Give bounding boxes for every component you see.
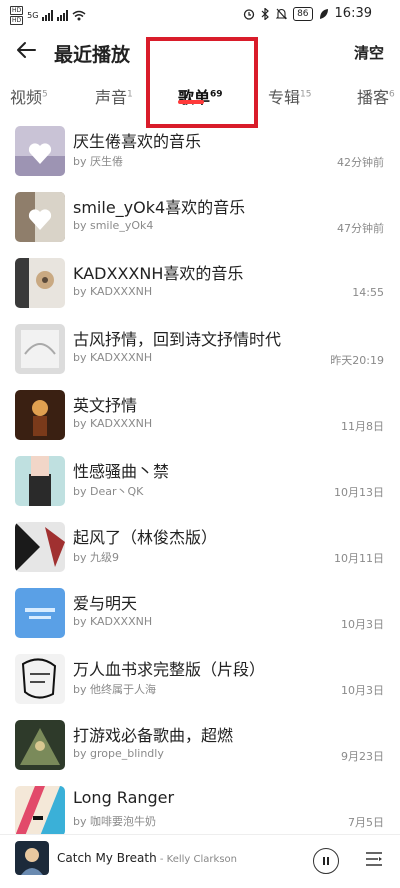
pause-button[interactable] [313,848,339,874]
tab-video[interactable]: 视频5 [10,84,48,108]
played-time: 7月5日 [348,816,384,829]
playlist-title: 性感骚曲丶禁 [73,462,170,481]
list-item[interactable]: KADXXXNH喜欢的音乐 by KADXXXNH 14:55 [0,252,400,318]
list-item[interactable]: 万人血书求完整版（片段） by 他终属于人海 10月3日 [0,648,400,714]
played-time: 10月11日 [334,552,384,565]
played-time: 10月3日 [341,684,384,697]
clear-button[interactable]: 清空 [354,42,384,63]
playlist-title: KADXXXNH喜欢的音乐 [73,264,244,283]
tab-audio[interactable]: 声音1 [95,84,133,108]
played-time: 47分钟前 [337,222,384,235]
signal-icon-2 [57,10,69,21]
playlist-cover [15,654,65,704]
list-item[interactable]: smile_yOk4喜欢的音乐 by smile_yOk4 47分钟前 [0,186,400,252]
now-playing-song: Catch My Breath [57,851,157,865]
playlist-cover [15,720,65,770]
playlist-author: by 他终属于人海 [73,683,156,696]
clock: 16:39 [334,6,372,21]
playlist-title: 爱与明天 [73,594,138,613]
playlist-cover [15,126,65,176]
playlist-cover [15,588,65,638]
wifi-icon [72,10,86,21]
list-item[interactable]: 性感骚曲丶禁 by Dear丶QK 10月13日 [0,450,400,516]
playlist-cover [15,324,65,374]
playlist-author: by KADXXXNH [73,285,153,298]
playlist-author: by Dear丶QK [73,485,144,498]
page-title: 最近播放 [54,44,131,66]
playlist-title: 万人血书求完整版（片段） [73,660,266,679]
tab-albums[interactable]: 专辑15 [268,84,311,108]
played-time: 10月3日 [341,618,384,631]
now-playing-artist: Kelly Clarkson [166,854,237,865]
playlist-title: 英文抒情 [73,396,138,415]
playlist-author: by KADXXXNH [73,351,153,364]
sim-indicator: HD HD [10,6,24,25]
bluetooth-icon [261,7,269,20]
playlist-title: 古风抒情，回到诗文抒情时代 [73,330,282,349]
played-time: 42分钟前 [337,156,384,169]
mini-player[interactable]: Catch My Breath - Kelly Clarkson [0,834,400,888]
now-playing-cover [15,841,49,875]
played-time: 10月13日 [334,486,384,499]
battery-icon: 86 [293,6,313,21]
network-type: 5G [27,11,39,20]
signal-icon [42,10,54,21]
played-time: 昨天20:19 [330,354,384,367]
playlist-cover [15,390,65,440]
playlist-cover [15,522,65,572]
playlist-title: smile_yOk4喜欢的音乐 [73,198,246,217]
playlist-cover [15,192,65,242]
playlist-author: by smile_yOk4 [73,219,154,232]
alarm-icon [243,8,255,20]
played-time: 11月8日 [341,420,384,433]
playlist-author: by KADXXXNH [73,615,153,628]
playlist-title: 打游戏必备歌曲，超燃 [73,726,234,745]
now-playing-text: Catch My Breath - Kelly Clarkson [57,851,237,865]
list-item[interactable]: 打游戏必备歌曲，超燃 by grope_blindly 9月23日 [0,714,400,780]
playlist-title: 厌生倦喜欢的音乐 [73,132,202,151]
playlist-cover [15,456,65,506]
list-item[interactable]: 古风抒情，回到诗文抒情时代 by KADXXXNH 昨天20:19 [0,318,400,384]
playlist-author: by KADXXXNH [73,417,153,430]
playlist-title: 起风了（林俊杰版） [73,528,218,547]
playlist-cover [15,786,65,836]
mute-icon [276,8,288,19]
list-item[interactable]: 起风了（林俊杰版） by 九级9 10月11日 [0,516,400,582]
list-item[interactable]: 爱与明天 by KADXXXNH 10月3日 [0,582,400,648]
playlist-cover [15,258,65,308]
playlist-author: by grope_blindly [73,747,164,760]
playlist-queue-icon[interactable] [364,849,384,869]
highlight-box [146,37,258,128]
playlist-author: by 咖啡要泡牛奶 [73,815,156,828]
back-arrow-icon[interactable] [14,38,38,62]
played-time: 14:55 [352,286,384,299]
list-item[interactable]: 厌生倦喜欢的音乐 by 厌生倦 42分钟前 [0,120,400,186]
status-bar: HD HD 5G 86 16:39 [0,0,400,30]
playlist-author: by 厌生倦 [73,155,123,168]
playlist-author: by 九级9 [73,551,119,564]
playlist-title: Long Ranger [73,788,175,807]
list-item[interactable]: 英文抒情 by KADXXXNH 11月8日 [0,384,400,450]
leaf-icon [319,8,328,19]
tab-podcasts[interactable]: 播客6 [357,84,395,108]
played-time: 9月23日 [341,750,384,763]
